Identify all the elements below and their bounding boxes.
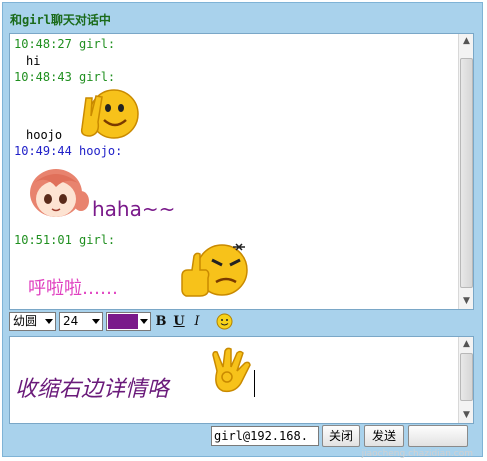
scroll-thumb[interactable] [460, 353, 473, 401]
close-button[interactable]: 关闭 [322, 425, 360, 447]
message-header-4: 10:51:01 girl: [14, 233, 115, 247]
color-swatch [108, 314, 138, 329]
message-time: 10:48:27 [14, 37, 72, 51]
chat-history[interactable]: 10:48:27 girl: hi 10:48:43 girl: hoojo 1… [9, 33, 474, 310]
message-header-1: 10:48:27 girl: [14, 37, 115, 51]
thumbs-up-emoji-icon [181, 243, 248, 297]
message-sender: girl: [79, 70, 116, 84]
font-size-select[interactable]: 24 [59, 312, 103, 331]
scroll-down-icon[interactable]: ▼ [460, 295, 473, 308]
font-family-select[interactable]: 幼圆 [9, 312, 56, 331]
message-header-3: 10:49:44 hoojo: [14, 144, 122, 158]
message-input[interactable]: 收缩右边详情咯 ▲ ▼ [9, 336, 474, 424]
message-text-2: hoojo [26, 128, 63, 142]
more-button[interactable] [408, 425, 468, 447]
emoji-picker-icon[interactable] [216, 313, 233, 330]
watermark: jiaocheng.chazidian.com [361, 449, 473, 459]
message-time: 10:49:44 [14, 144, 72, 158]
message-sender: hoojo: [79, 144, 123, 158]
message-text-1: hi [26, 54, 41, 68]
underline-button[interactable]: U [171, 313, 187, 330]
girl-face-emoji-icon [30, 169, 89, 217]
message-text-4: 呼啦啦…… [28, 278, 118, 299]
scroll-up-icon[interactable]: ▲ [460, 338, 473, 351]
history-scrollbar[interactable]: ▲ ▼ [458, 34, 473, 309]
message-time: 10:51:01 [14, 233, 72, 247]
scroll-down-icon[interactable]: ▼ [460, 409, 473, 422]
ok-hand-emoji-icon [212, 347, 251, 393]
input-scrollbar[interactable]: ▲ ▼ [458, 337, 473, 423]
font-size-value: 24 [63, 314, 79, 328]
message-time: 10:48:43 [14, 70, 72, 84]
bold-button[interactable]: B [153, 313, 169, 330]
chevron-down-icon [45, 319, 53, 324]
chevron-down-icon [92, 319, 100, 324]
chevron-down-icon [140, 319, 148, 324]
scroll-up-icon[interactable]: ▲ [460, 35, 473, 48]
address-field[interactable]: girl@192.168. [211, 426, 319, 446]
scroll-thumb[interactable] [460, 58, 473, 288]
send-button[interactable]: 发送 [364, 425, 404, 447]
message-sender: girl: [79, 233, 116, 247]
chat-window: 和girl聊天对话中 10:48:27 girl: hi 10:48:43 gi… [2, 2, 483, 457]
window-title: 和girl聊天对话中 [10, 13, 111, 27]
victory-emoji-icon [80, 89, 139, 139]
format-toolbar: 幼圆 24 B U I [9, 312, 474, 332]
font-family-value: 幼圆 [13, 314, 38, 328]
input-text: 收缩右边详情咯 [15, 377, 170, 402]
message-header-2: 10:48:43 girl: [14, 70, 115, 84]
message-sender: girl: [79, 37, 116, 51]
message-text-3: haha~~ [92, 197, 176, 221]
text-caret [254, 370, 255, 397]
italic-button[interactable]: I [189, 313, 205, 330]
text-color-select[interactable] [106, 312, 151, 331]
